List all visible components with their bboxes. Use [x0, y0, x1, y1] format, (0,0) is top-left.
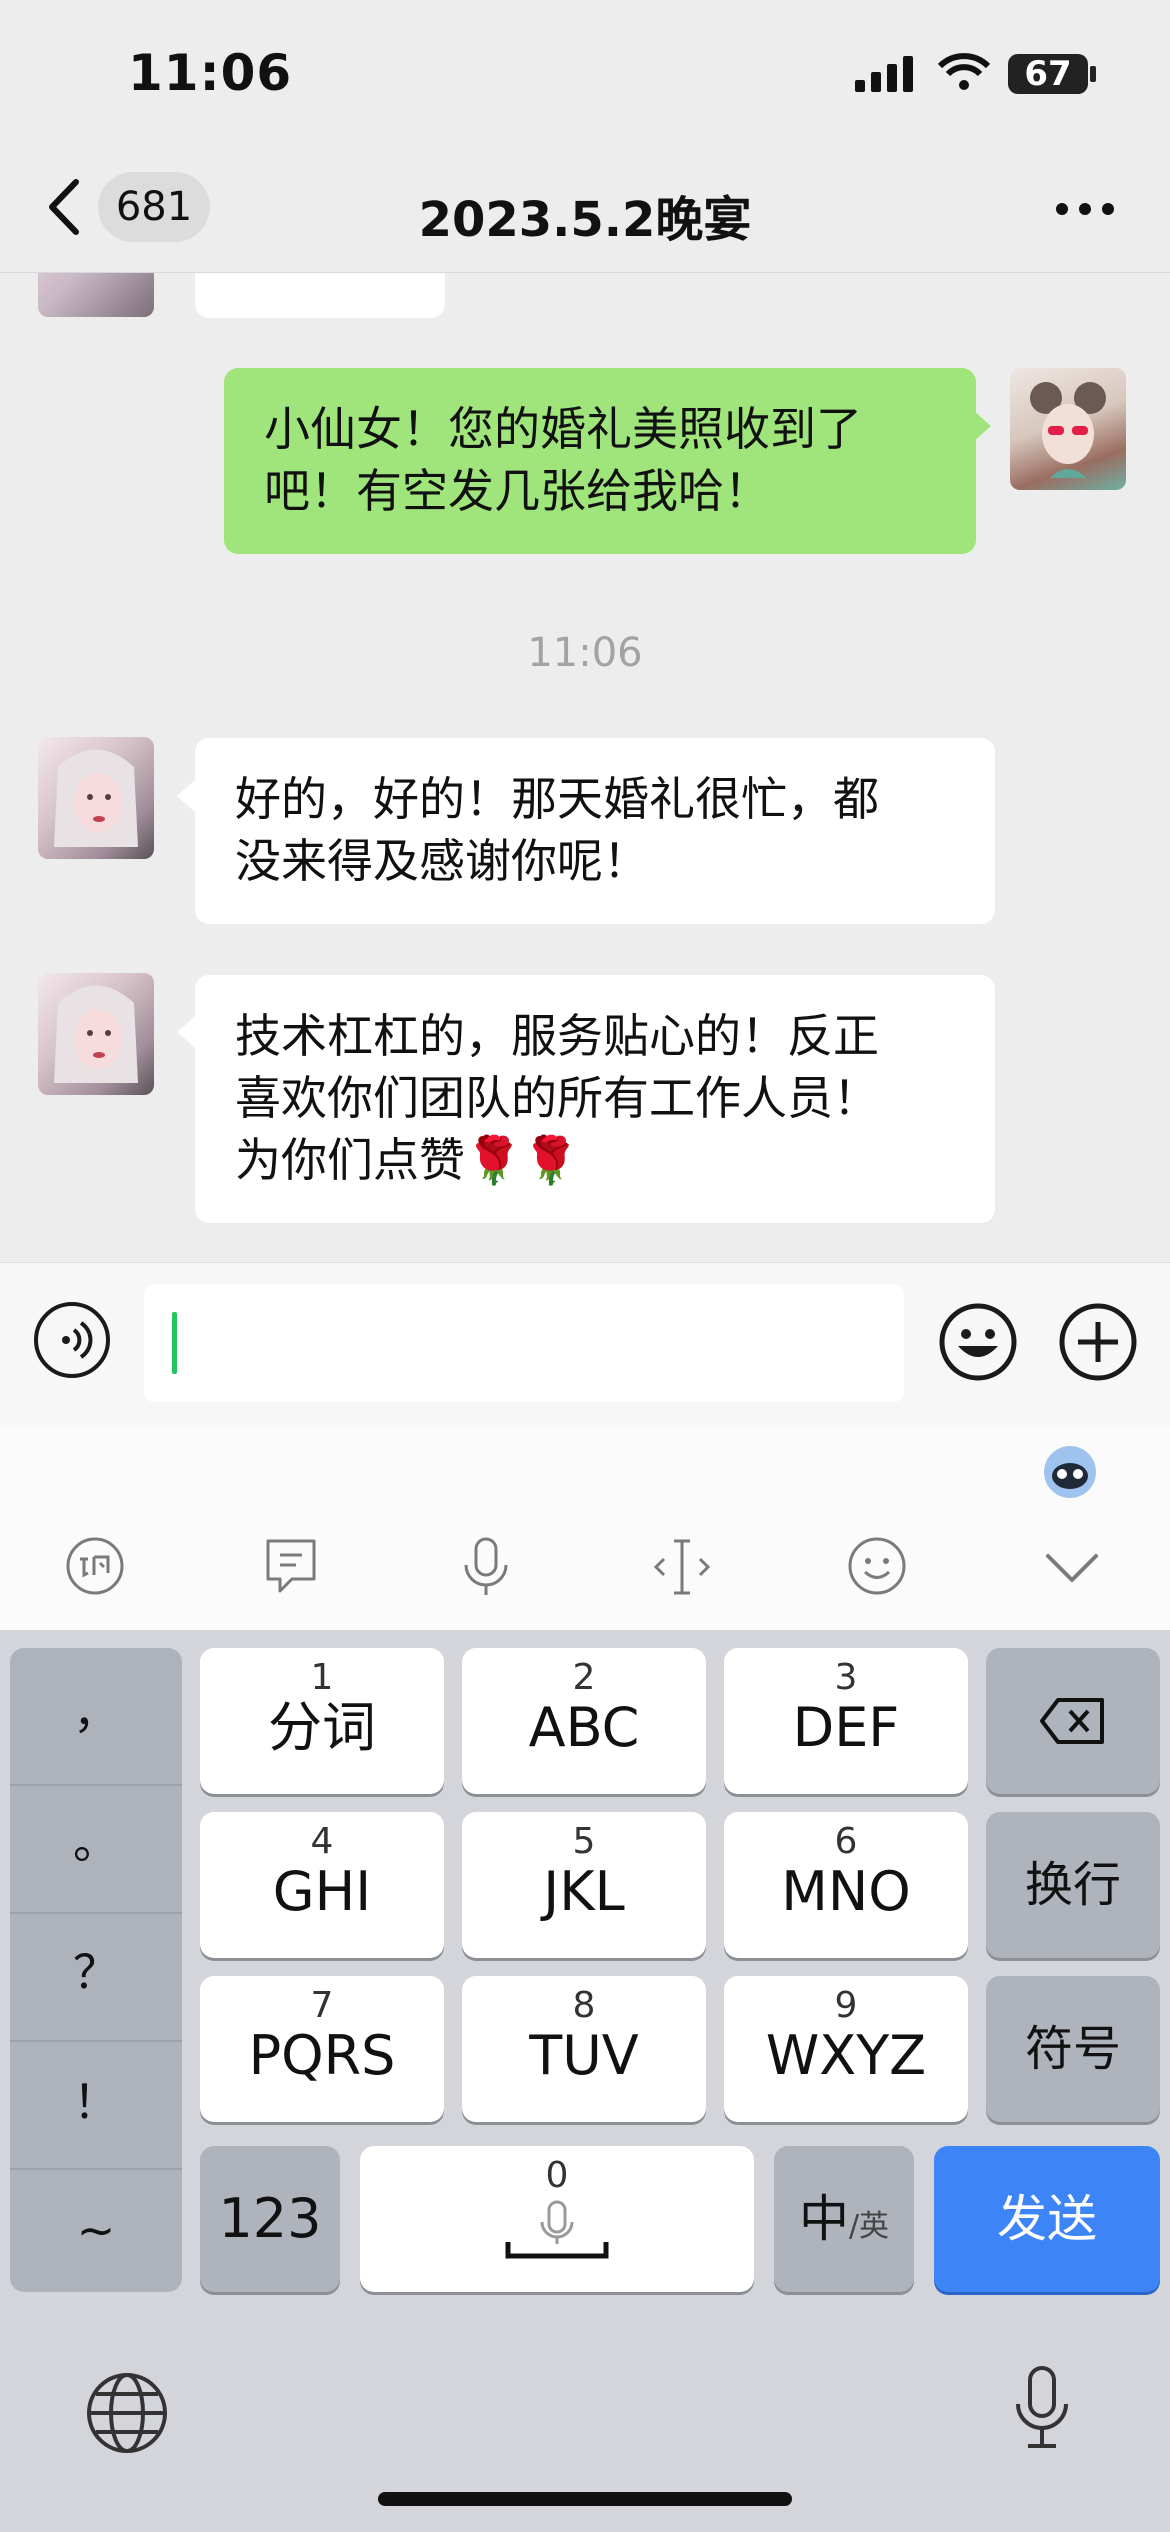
send-button[interactable]: 发送 [934, 2146, 1160, 2292]
key-number: 7 [310, 1985, 334, 2026]
keyboard-toolbar [0, 1425, 1170, 1630]
key-label: 换行 [1024, 1857, 1121, 1913]
xunfei-logo-icon[interactable] [64, 1535, 126, 1597]
message-bubble-incoming[interactable]: 好的，好的！那天婚礼很忙，都 没来得及感谢你呢！ [195, 738, 995, 924]
punctuation-key[interactable]: ~ [10, 2180, 182, 2308]
number-mode-key[interactable]: 123 [200, 2146, 340, 2292]
key-number: 8 [572, 1985, 596, 2026]
globe-icon[interactable] [84, 2370, 170, 2456]
key-number: 3 [834, 1657, 858, 1698]
header-divider [0, 272, 1170, 273]
newline-key[interactable]: 换行 [986, 1812, 1160, 1958]
message-line: 技术杠杠的，服务贴心的！反正 [235, 1009, 879, 1063]
message-bubble-incoming[interactable]: 技术杠杠的，服务贴心的！反正 喜欢你们团队的所有工作人员！ 为你们点赞🌹🌹 [195, 975, 995, 1223]
message-line: 喜欢你们团队的所有工作人员！ [235, 1071, 879, 1125]
key-9-wxyz[interactable]: 9 WXYZ [724, 1976, 968, 2122]
space-key[interactable]: 0 [360, 2146, 754, 2292]
previous-message-bubble[interactable] [195, 273, 445, 318]
cursor-move-icon[interactable] [652, 1535, 712, 1599]
punctuation-divider [10, 2168, 182, 2170]
battery-tip [1090, 66, 1096, 82]
cellular-signal-icon [855, 56, 913, 92]
key-label: 符号 [1024, 2021, 1121, 2077]
clipboard-icon[interactable] [262, 1535, 320, 1597]
punctuation-key[interactable]: ！ [10, 2052, 182, 2180]
symbols-key[interactable]: 符号 [986, 1976, 1160, 2122]
voice-wave-icon [62, 1321, 93, 1359]
key-number: 2 [572, 1657, 596, 1698]
message-line: 没来得及感谢你呢！ [235, 834, 649, 888]
punctuation-key[interactable]: 。 [10, 1792, 182, 1920]
message-input[interactable] [144, 1284, 904, 1402]
punctuation-key[interactable]: ？ [10, 1922, 182, 2050]
home-indicator [378, 2492, 792, 2506]
key-label: 分词 [268, 1696, 376, 1759]
key-label: WXYZ [765, 2024, 927, 2087]
message-line: 为你们点赞🌹🌹 [235, 1133, 580, 1187]
key-7-pqrs[interactable]: 7 PQRS [200, 1976, 444, 2122]
punctuation-divider [10, 1784, 182, 1786]
key-number: 6 [834, 1821, 858, 1862]
chat-title: 2023.5.2晚宴 [418, 192, 752, 248]
bubble-tail [177, 780, 195, 812]
key-number: 1 [310, 1657, 334, 1698]
key-6-mno[interactable]: 6 MNO [724, 1812, 968, 1958]
chevron-down-icon[interactable] [1044, 1552, 1100, 1584]
punctuation-divider [10, 1912, 182, 1914]
message-line: 吧！有空发几张给我哈！ [264, 464, 770, 518]
lang-sub-label: /英 [848, 2209, 890, 2244]
key-1-segment[interactable]: 1 分词 [200, 1648, 444, 1794]
key-4-ghi[interactable]: 4 GHI [200, 1812, 444, 1958]
backspace-key[interactable] [986, 1648, 1160, 1794]
backspace-icon [1040, 1698, 1104, 1744]
contact-avatar[interactable] [38, 737, 154, 859]
punctuation-key[interactable]: ， [10, 1662, 182, 1790]
message-line: 小仙女！您的婚礼美照收到了 [264, 402, 862, 456]
key-5-jkl[interactable]: 5 JKL [462, 1812, 706, 1958]
plus-icon[interactable] [1058, 1302, 1138, 1382]
wifi-icon [938, 53, 990, 90]
microphone-icon[interactable] [458, 1535, 514, 1599]
key-number: 4 [310, 1821, 334, 1862]
emoji-icon[interactable] [938, 1302, 1018, 1382]
key-label: 123 [218, 2187, 322, 2250]
key-8-tuv[interactable]: 8 TUV [462, 1976, 706, 2122]
chat-timestamp: 11:06 [527, 630, 643, 676]
key-label: MNO [781, 1860, 911, 1923]
key-label: JKL [543, 1860, 625, 1923]
key-label: ABC [528, 1696, 640, 1759]
message-bubble-outgoing[interactable]: 小仙女！您的婚礼美照收到了 吧！有空发几张给我哈！ [224, 368, 976, 554]
dictation-mic-icon[interactable] [1010, 2364, 1074, 2454]
key-label: GHI [272, 1860, 372, 1923]
key-number: 0 [545, 2155, 569, 2196]
send-label: 发送 [997, 2190, 1097, 2248]
key-number: 5 [572, 1821, 596, 1862]
punctuation-divider [10, 2040, 182, 2042]
key-3-def[interactable]: 3 DEF [724, 1648, 968, 1794]
contact-avatar[interactable] [38, 973, 154, 1095]
text-cursor [172, 1312, 177, 1374]
key-label: DEF [792, 1696, 900, 1759]
voice-input-button[interactable] [34, 1302, 110, 1378]
bubble-tail [177, 1016, 195, 1048]
language-switch-key[interactable]: 中/英 [774, 2146, 914, 2292]
message-line: 好的，好的！那天婚礼很忙，都 [235, 772, 879, 826]
battery-indicator: 67 [1008, 54, 1088, 94]
key-number: 9 [834, 1985, 858, 2026]
key-2-abc[interactable]: 2 ABC [462, 1648, 706, 1794]
space-mic-icon [505, 2200, 609, 2259]
more-dots-icon[interactable] [1055, 202, 1115, 216]
key-label: PQRS [248, 2024, 396, 2087]
keyboard-mascot-icon[interactable] [1040, 1440, 1100, 1500]
smiley-face-icon[interactable] [846, 1535, 908, 1597]
status-time: 11:06 [128, 44, 293, 102]
my-avatar[interactable] [1010, 368, 1126, 490]
lang-main-label: 中 [798, 2190, 849, 2248]
key-label: TUV [529, 2024, 639, 2087]
